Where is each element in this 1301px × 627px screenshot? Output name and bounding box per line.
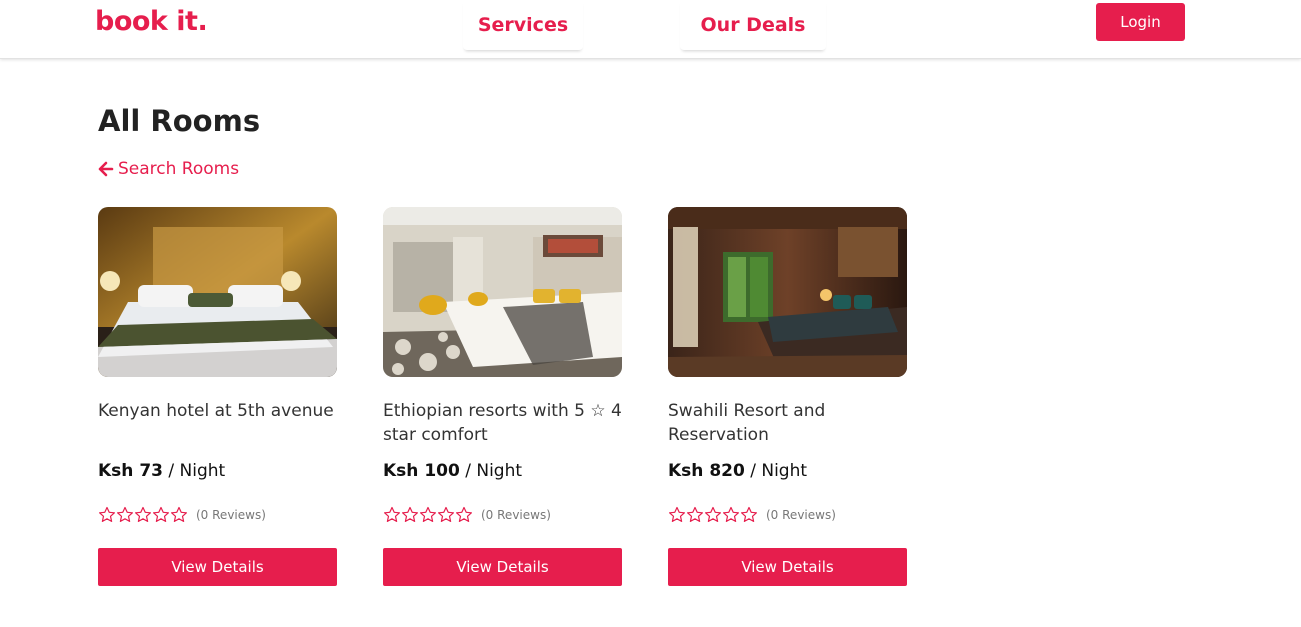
room-title[interactable]: Kenyan hotel at 5th avenue [98, 399, 337, 423]
star-icon [135, 506, 151, 522]
room-card: Swahili Resort and Reservation Ksh 820 /… [668, 207, 907, 586]
price-amount: Ksh 820 [668, 461, 745, 481]
brand-logo[interactable]: book it. [95, 6, 208, 37]
view-details-button[interactable]: View Details [383, 548, 622, 586]
star-icon [723, 506, 739, 522]
review-count: (0 Reviews) [196, 508, 266, 522]
room-card: Ethiopian resorts with 5 ☆ 4 star comfor… [383, 207, 622, 586]
star-icon [402, 506, 418, 522]
review-count: (0 Reviews) [766, 508, 836, 522]
room-price: Ksh 820 / Night [668, 461, 807, 481]
room-image[interactable] [98, 207, 337, 377]
star-icon [669, 506, 685, 522]
star-rating [668, 506, 758, 524]
star-rating [98, 506, 188, 524]
room-card: Kenyan hotel at 5th avenue Ksh 73 / Nigh… [98, 207, 337, 586]
navbar: book it. Services Our Deals Login [0, 0, 1301, 59]
star-rating [383, 506, 473, 524]
login-button[interactable]: Login [1096, 3, 1185, 41]
view-details-button[interactable]: View Details [98, 548, 337, 586]
star-icon [420, 506, 436, 522]
star-icon [741, 506, 757, 522]
star-icon [705, 506, 721, 522]
room-image[interactable] [383, 207, 622, 377]
star-icon [117, 506, 133, 522]
price-unit: / Night [162, 461, 226, 481]
rating: (0 Reviews) [668, 506, 836, 524]
price-unit: / Night [744, 461, 808, 481]
nav-deals-link[interactable]: Our Deals [680, 0, 826, 50]
star-icon [153, 506, 169, 522]
search-rooms-link[interactable]: Search Rooms [98, 159, 239, 179]
room-price: Ksh 100 / Night [383, 461, 522, 481]
price-amount: Ksh 73 [98, 461, 163, 481]
star-icon [384, 506, 400, 522]
price-amount: Ksh 100 [383, 461, 460, 481]
room-title[interactable]: Swahili Resort and Reservation [668, 399, 907, 447]
rating: (0 Reviews) [383, 506, 551, 524]
star-icon [687, 506, 703, 522]
star-icon [99, 506, 115, 522]
room-price: Ksh 73 / Night [98, 461, 225, 481]
star-icon [456, 506, 472, 522]
search-rooms-label: Search Rooms [118, 159, 240, 179]
page-title: All Rooms [98, 104, 261, 138]
star-icon [171, 506, 187, 522]
room-title[interactable]: Ethiopian resorts with 5 ☆ 4 star comfor… [383, 399, 622, 447]
room-image[interactable] [668, 207, 907, 377]
rating: (0 Reviews) [98, 506, 266, 524]
arrow-left-icon [98, 161, 114, 177]
view-details-button[interactable]: View Details [668, 548, 907, 586]
star-icon [438, 506, 454, 522]
nav-services-link[interactable]: Services [463, 0, 583, 50]
review-count: (0 Reviews) [481, 508, 551, 522]
price-unit: / Night [459, 461, 523, 481]
